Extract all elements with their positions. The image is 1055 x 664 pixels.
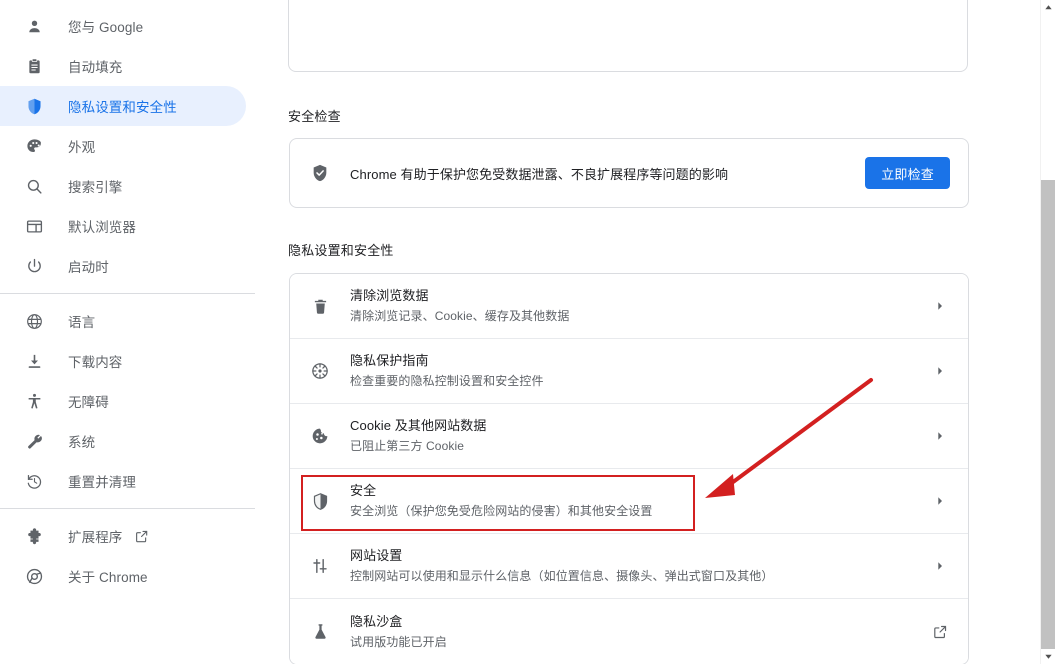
privacy-section-title: 隐私设置和安全性: [288, 243, 394, 258]
sidebar-item-label: 重置并清理: [68, 475, 136, 490]
row-text: 网站设置 控制网站可以使用和显示什么信息（如位置信息、摄像头、弹出式窗口及其他）: [350, 547, 930, 585]
row-text: 隐私沙盒 试用版功能已开启: [350, 613, 930, 651]
power-icon: [24, 256, 44, 276]
chrome-icon: [24, 566, 44, 586]
privacy-row-privacy-sandbox[interactable]: 隐私沙盒 试用版功能已开启: [290, 599, 968, 664]
sidebar-item-extensions[interactable]: 扩展程序: [0, 516, 246, 556]
privacy-row-security[interactable]: 安全 安全浏览（保护您免受危险网站的侵害）和其他安全设置: [290, 469, 968, 534]
sidebar-item-appearance[interactable]: 外观: [0, 126, 246, 166]
safety-check-description: Chrome 有助于保护您免受数据泄露、不良扩展程序等问题的影响: [350, 166, 729, 182]
sidebar-item-label: 自动填充: [68, 60, 123, 75]
row-title: Cookie 及其他网站数据: [350, 418, 487, 433]
row-subtitle: 安全浏览（保护您免受危险网站的侵害）和其他安全设置: [350, 504, 653, 518]
privacy-row-clear-browsing-data[interactable]: 清除浏览数据 清除浏览记录、Cookie、缓存及其他数据: [290, 274, 968, 339]
vertical-scrollbar[interactable]: [1040, 0, 1055, 664]
sidebar-item-autofill[interactable]: 自动填充: [0, 46, 246, 86]
sidebar-item-about-chrome[interactable]: 关于 Chrome: [0, 556, 246, 596]
scrollbar-down-arrow[interactable]: [1041, 649, 1055, 664]
settings-main-content: 开始使用 不用了，谢谢 安全检查 Chrome 有助: [255, 0, 1040, 664]
shield-check-icon: [310, 163, 330, 183]
sidebar-item-system[interactable]: 系统: [0, 421, 246, 461]
sidebar-item-search-engine[interactable]: 搜索引擎: [0, 166, 246, 206]
check-now-button[interactable]: 立即检查: [865, 157, 950, 189]
row-text: Cookie 及其他网站数据 已阻止第三方 Cookie: [350, 417, 930, 455]
settings-sidebar: 您与 Google 自动填充 隐私设置和安全性 外观 搜索引擎 默认浏览器 启动…: [0, 0, 255, 664]
history-restore-icon: [24, 471, 44, 491]
chevron-right-icon[interactable]: [930, 426, 950, 446]
safety-check-card: Chrome 有助于保护您免受数据泄露、不良扩展程序等问题的影响 立即检查: [289, 138, 969, 208]
shield-icon: [24, 96, 44, 116]
browser-window-icon: [24, 216, 44, 236]
scrollbar-thumb[interactable]: [1041, 180, 1055, 650]
privacy-guide-icon: [310, 361, 330, 381]
row-subtitle: 清除浏览记录、Cookie、缓存及其他数据: [350, 309, 570, 323]
row-subtitle: 试用版功能已开启: [350, 634, 447, 649]
privacy-settings-list: 清除浏览数据 清除浏览记录、Cookie、缓存及其他数据 隐私保护指南 检查重要…: [289, 273, 969, 664]
scrollbar-track[interactable]: [1041, 15, 1055, 650]
wrench-icon: [24, 431, 44, 451]
chevron-right-icon[interactable]: [930, 491, 950, 511]
privacy-shield-illustration: [743, 0, 933, 13]
row-text: 安全 安全浏览（保护您免受危险网站的侵害）和其他安全设置: [350, 482, 930, 520]
search-icon: [24, 176, 44, 196]
sidebar-item-downloads[interactable]: 下载内容: [0, 341, 246, 381]
flask-icon: [310, 622, 330, 642]
shield-icon: [310, 491, 330, 511]
row-text: 清除浏览数据 清除浏览记录、Cookie、缓存及其他数据: [350, 287, 930, 325]
external-link-icon[interactable]: [134, 529, 149, 544]
privacy-row-privacy-guide[interactable]: 隐私保护指南 检查重要的隐私控制设置和安全控件: [290, 339, 968, 404]
sidebar-item-label: 隐私设置和安全性: [68, 100, 177, 115]
sidebar-item-accessibility[interactable]: 无障碍: [0, 381, 246, 421]
row-text: 隐私保护指南 检查重要的隐私控制设置和安全控件: [350, 352, 930, 390]
chevron-right-icon[interactable]: [930, 361, 950, 381]
sidebar-item-label: 搜索引擎: [68, 180, 123, 195]
clipboard-icon: [24, 56, 44, 76]
sidebar-item-label: 关于 Chrome: [68, 570, 148, 585]
external-link-icon[interactable]: [930, 622, 950, 642]
sidebar-item-label: 默认浏览器: [68, 220, 136, 235]
privacy-guide-promo-card: 开始使用 不用了，谢谢: [288, 0, 968, 72]
sidebar-item-you-and-google[interactable]: 您与 Google: [0, 6, 246, 46]
sidebar-divider-1: [0, 293, 255, 294]
sidebar-item-label: 无障碍: [68, 395, 109, 410]
sidebar-item-reset-and-cleanup[interactable]: 重置并清理: [0, 461, 246, 501]
sidebar-item-label: 您与 Google: [68, 20, 144, 35]
sidebar-item-label: 语言: [68, 315, 96, 330]
puzzle-icon: [24, 526, 44, 546]
trash-icon: [310, 296, 330, 316]
row-title: 隐私沙盒: [350, 613, 403, 629]
scrollbar-up-arrow[interactable]: [1041, 0, 1055, 15]
row-title: 安全: [350, 483, 377, 498]
chevron-right-icon[interactable]: [930, 556, 950, 576]
chevron-right-icon[interactable]: [930, 296, 950, 316]
sidebar-item-default-browser[interactable]: 默认浏览器: [0, 206, 246, 246]
privacy-row-cookies-and-site-data[interactable]: Cookie 及其他网站数据 已阻止第三方 Cookie: [290, 404, 968, 469]
sidebar-item-label: 启动时: [68, 260, 109, 275]
sidebar-item-on-startup[interactable]: 启动时: [0, 246, 246, 286]
cookie-icon: [310, 426, 330, 446]
sidebar-item-privacy-and-security[interactable]: 隐私设置和安全性: [0, 86, 246, 126]
row-title: 隐私保护指南: [350, 353, 429, 368]
chrome-settings-page: 您与 Google 自动填充 隐私设置和安全性 外观 搜索引擎 默认浏览器 启动…: [0, 0, 1055, 664]
row-title: 网站设置: [350, 548, 403, 563]
row-subtitle: 已阻止第三方 Cookie: [350, 439, 464, 453]
row-subtitle: 控制网站可以使用和显示什么信息（如位置信息、摄像头、弹出式窗口及其他）: [350, 569, 774, 583]
privacy-row-site-settings[interactable]: 网站设置 控制网站可以使用和显示什么信息（如位置信息、摄像头、弹出式窗口及其他）: [290, 534, 968, 599]
download-icon: [24, 351, 44, 371]
row-subtitle: 检查重要的隐私控制设置和安全控件: [350, 374, 544, 388]
sidebar-item-label: 扩展程序: [68, 530, 123, 545]
accessibility-icon: [24, 391, 44, 411]
sidebar-item-languages[interactable]: 语言: [0, 301, 246, 341]
tune-icon: [310, 556, 330, 576]
sidebar-item-label: 下载内容: [68, 355, 123, 370]
sidebar-item-label: 外观: [68, 140, 96, 155]
sidebar-item-label: 系统: [68, 435, 96, 450]
safety-check-section-title: 安全检查: [288, 109, 341, 124]
row-title: 清除浏览数据: [350, 288, 429, 303]
sidebar-divider-2: [0, 508, 255, 509]
person-icon: [24, 16, 44, 36]
globe-icon: [24, 311, 44, 331]
palette-icon: [24, 136, 44, 156]
